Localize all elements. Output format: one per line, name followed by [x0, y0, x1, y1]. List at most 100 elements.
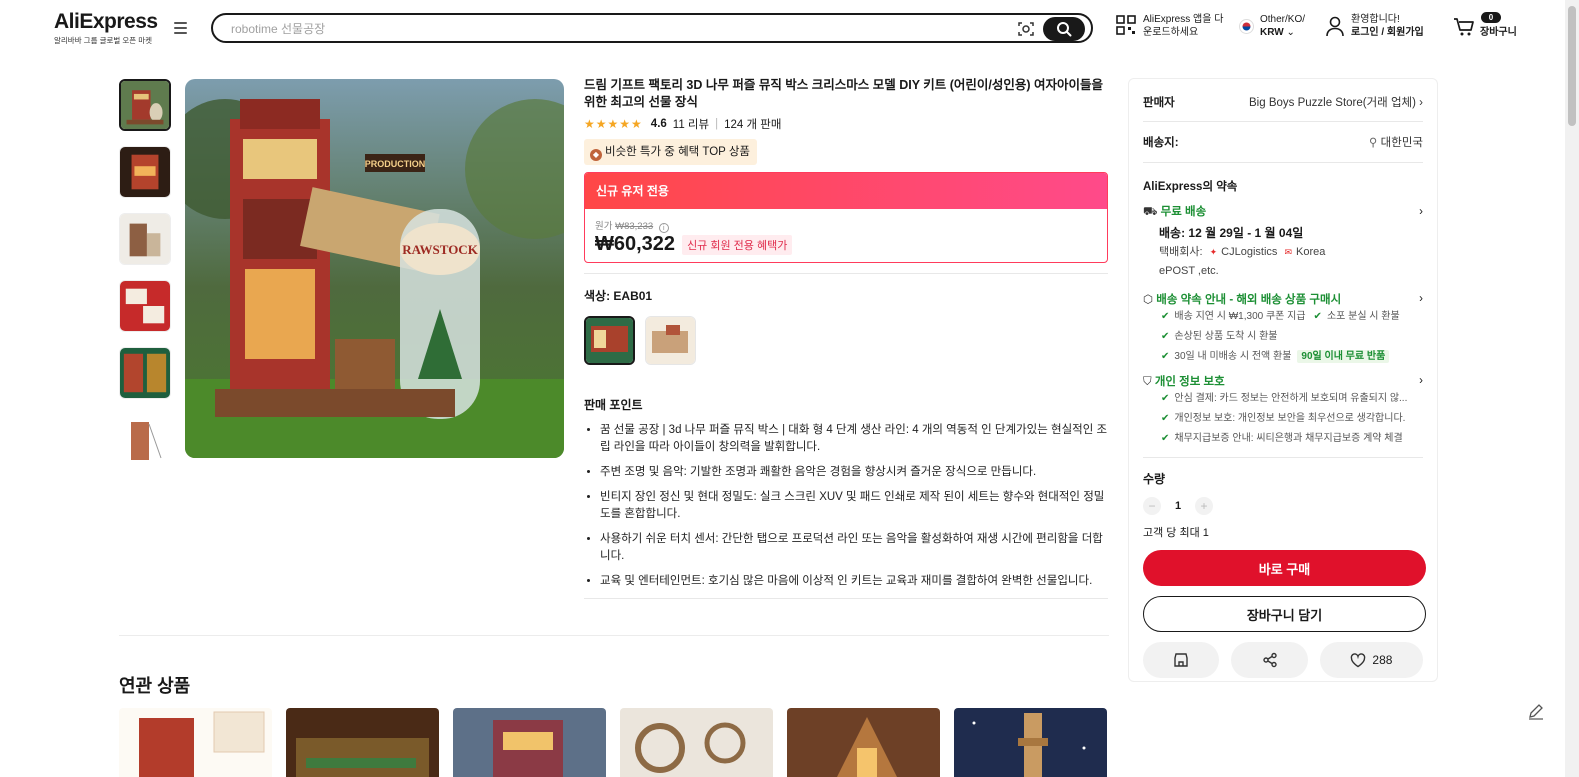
thumbnail-1[interactable] [119, 79, 171, 131]
price-tag: 신규 회원 전용 혜택가 [682, 234, 793, 255]
thumbnail-3[interactable] [119, 213, 171, 265]
decrease-quantity-button[interactable]: − [1143, 497, 1161, 515]
wishlist-button[interactable]: 288 [1319, 642, 1423, 678]
quantity-value[interactable]: 1 [1161, 500, 1195, 512]
hamburger-menu-icon[interactable] [174, 22, 187, 34]
related-product-card[interactable] [453, 708, 606, 777]
selling-point: 꿈 선물 공장 | 3d 나무 퍼즐 뮤직 박스 | 대화 형 4 단계 생산 … [600, 422, 1108, 456]
related-product-card[interactable] [286, 708, 439, 777]
region-text: Other/KO/ [1260, 14, 1306, 25]
buy-now-button[interactable]: 바로 구매 [1143, 550, 1426, 586]
check-icon: ✔ [1161, 351, 1170, 362]
carrier-info: 택배회사: ✦ CJLogistics ✉ Korea [1159, 243, 1423, 262]
shipping-promise-row[interactable]: ⬡ 배송 약속 안내 - 해외 배송 상품 구매시 › [1143, 291, 1423, 307]
related-product-card[interactable] [954, 708, 1107, 777]
product-title: 드림 기프트 팩토리 3D 나무 퍼즐 뮤직 박스 크리스마스 모델 DIY 키… [584, 78, 1104, 109]
action-row: 288 [1143, 642, 1423, 678]
region-currency-selector[interactable]: Other/KO/ KRW ⌄ [1239, 13, 1305, 39]
account-menu[interactable]: 환영합니다! 로그인 / 회원가입 [1326, 13, 1424, 39]
ship-to-row[interactable]: 배송지: ⚲ 대한민국 [1143, 134, 1423, 150]
seller-name: Big Boys Puzzle Store(거래 업체) [1249, 97, 1416, 109]
thumbnail-5[interactable] [119, 347, 171, 399]
promise-item: 손상된 상품 도착 시 환불 [1174, 331, 1278, 342]
edit-pencil-icon[interactable] [1526, 701, 1546, 721]
scrollbar-thumb[interactable] [1568, 6, 1576, 126]
ship-to-country: 대한민국 [1380, 137, 1423, 149]
carrier-3: ePOST ,etc. [1159, 265, 1219, 277]
store-icon [1174, 653, 1188, 667]
divider [584, 598, 1108, 599]
check-icon: ✔ [1161, 311, 1170, 322]
privacy-item: 안심 결제: 카드 정보는 안전하게 보호되며 유출되지 않... [1174, 393, 1408, 404]
deal-price-box: 신규 유저 전용 원가 ₩83,233 i ₩60,322 신규 회원 전용 혜… [584, 172, 1108, 263]
thumbnail-2[interactable] [119, 146, 171, 198]
divider [119, 635, 1109, 636]
store-button[interactable] [1143, 642, 1220, 678]
seller-row[interactable]: 판매자 Big Boys Puzzle Store(거래 업체) › [1143, 94, 1423, 110]
promise-item: 30일 내 미배송 시 전액 환불 [1174, 351, 1292, 362]
currency-text: KRW [1260, 27, 1284, 38]
page-scrollbar[interactable] [1565, 0, 1579, 777]
download-app-link[interactable]: AliExpress 앱을 다 운로드하세요 [1116, 13, 1223, 39]
divider [1143, 121, 1423, 122]
related-products-title: 연관 상품 [119, 676, 191, 696]
thumbnail-6[interactable] [119, 414, 171, 466]
product-info: 드림 기프트 팩토리 3D 나무 퍼즐 뮤직 박스 크리스마스 모델 DIY 키… [584, 77, 1108, 599]
color-swatch-eab01[interactable] [584, 316, 635, 365]
info-icon[interactable]: i [658, 223, 669, 233]
star-rating-icon: ★★★★★ [584, 117, 643, 131]
cj-logo-icon: ✦ [1209, 247, 1218, 257]
related-product-card[interactable] [119, 708, 272, 777]
share-button[interactable] [1231, 642, 1308, 678]
svg-text:RAWSTOCK: RAWSTOCK [402, 242, 479, 257]
original-price: ₩83,233 [615, 221, 654, 232]
sale-price: ₩60,322 [595, 233, 676, 255]
selling-point: 사용하기 쉬운 터치 센서: 간단한 탭으로 프로덕션 라인 또는 음악을 활성… [600, 531, 1108, 565]
chevron-right-icon: › [1419, 205, 1423, 218]
color-swatch-2[interactable] [645, 316, 696, 365]
original-price-row: 원가 ₩83,233 i [595, 218, 1097, 233]
login-signup-link[interactable]: 로그인 / 회원가입 [1351, 27, 1424, 38]
check-icon: ✔ [1161, 393, 1170, 404]
ship-to-key: 배송지: [1143, 137, 1179, 149]
search-button[interactable] [1043, 17, 1085, 41]
fire-icon: ◆ [590, 149, 602, 161]
korea-flag-icon [1239, 19, 1254, 34]
free-shipping-label: 무료 배송 [1160, 206, 1207, 218]
check-icon: ✔ [1161, 433, 1170, 444]
search-input[interactable] [231, 20, 991, 38]
shipping-promise-label: 배송 약속 안내 - 해외 배송 상품 구매시 [1156, 294, 1342, 306]
original-price-label: 원가 [595, 221, 613, 232]
divider: | [715, 118, 719, 130]
privacy-item: 개인정보 보호: 개인정보 보안을 최우선으로 생각합니다. [1174, 413, 1406, 424]
truck-icon: ⛟ [1143, 206, 1158, 218]
related-product-card[interactable] [787, 708, 940, 777]
review-count-link[interactable]: 11 리뷰 [673, 116, 709, 132]
main-product-image[interactable]: PRODUCTION RAWSTOCK [185, 79, 564, 458]
user-icon [1326, 16, 1344, 37]
related-product-card[interactable] [620, 708, 773, 777]
cart-count-badge: 0 [1481, 12, 1501, 23]
top-header: AliExpress 알리바바 그룹 글로벌 오픈 마켓 AliExpress … [0, 0, 1579, 56]
related-products-row [119, 708, 1121, 777]
free-shipping-row[interactable]: ⛟ 무료 배송 › [1143, 203, 1423, 220]
thumbnail-list [119, 79, 171, 481]
privacy-row[interactable]: ⛉ 개인 정보 보호 › [1143, 373, 1423, 389]
rating-row: ★★★★★ 4.6 11 리뷰 | 124 개 판매 [584, 116, 1108, 132]
check-icon: ✔ [1161, 331, 1170, 342]
location-pin-icon: ⚲ [1369, 137, 1378, 149]
purchase-panel: 판매자 Big Boys Puzzle Store(거래 업체) › 배송지: … [1128, 78, 1438, 682]
add-to-cart-button[interactable]: 장바구니 담기 [1143, 596, 1426, 632]
thumbnail-4[interactable] [119, 280, 171, 332]
chevron-right-icon: › [1419, 293, 1423, 305]
image-search-icon[interactable] [1017, 20, 1035, 38]
quantity-limit: 고객 당 최대 1 [1143, 527, 1209, 539]
privacy-label: 개인 정보 보호 [1154, 376, 1225, 388]
seller-key: 판매자 [1143, 97, 1175, 109]
increase-quantity-button[interactable]: + [1195, 497, 1213, 515]
promise-item: 소포 분실 시 환불 [1326, 311, 1400, 322]
free-return-chip: 90일 이내 무료 반품 [1297, 350, 1390, 363]
top-deal-badge: ◆ 비슷한 특가 중 혜택 TOP 상품 [584, 139, 757, 165]
divider [584, 273, 1108, 274]
aliexpress-logo[interactable]: AliExpress 알리바바 그룹 글로벌 오픈 마켓 [54, 10, 158, 46]
